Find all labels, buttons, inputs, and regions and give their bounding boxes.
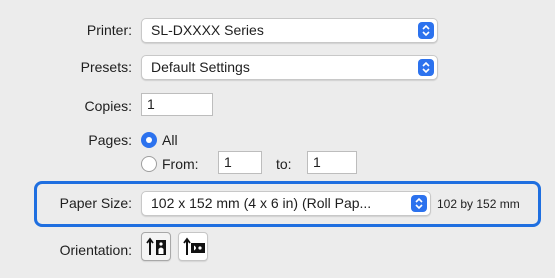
pages-all-radio[interactable] <box>141 132 157 148</box>
paper-size-label: Paper Size: <box>59 195 132 211</box>
copies-field[interactable]: 1 <box>141 93 213 116</box>
orientation-label: Orientation: <box>59 242 132 258</box>
pages-label: Pages: <box>88 132 132 148</box>
copies-label: Copies: <box>84 98 132 114</box>
printer-select[interactable]: SL-DXXXX Series <box>141 18 438 43</box>
copies-value: 1 <box>147 96 155 112</box>
pages-from-value: 1 <box>224 154 232 170</box>
pages-all-label: All <box>162 132 178 148</box>
chevron-updown-icon <box>418 59 434 76</box>
presets-select[interactable]: Default Settings <box>141 55 438 80</box>
pages-from-label: From: <box>162 156 199 172</box>
pages-range-radio[interactable] <box>141 156 157 172</box>
paper-size-select-value: 102 x 152 mm (4 x 6 in) (Roll Pap... <box>151 195 372 211</box>
chevron-updown-icon <box>418 22 434 39</box>
orientation-portrait-button[interactable] <box>141 232 171 261</box>
presets-label: Presets: <box>80 59 132 75</box>
pages-from-field[interactable]: 1 <box>218 151 262 174</box>
printer-label: Printer: <box>86 22 132 38</box>
portrait-icon <box>146 237 166 255</box>
pages-to-field[interactable]: 1 <box>307 151 357 174</box>
landscape-icon <box>183 237 205 255</box>
paper-size-select[interactable]: 102 x 152 mm (4 x 6 in) (Roll Pap... <box>141 191 431 216</box>
printer-select-value: SL-DXXXX Series <box>151 22 264 38</box>
pages-to-value: 1 <box>313 154 321 170</box>
paper-size-dimensions: 102 by 152 mm <box>437 197 520 211</box>
orientation-landscape-button[interactable] <box>178 232 208 261</box>
pages-to-label: to: <box>276 156 292 172</box>
chevron-updown-icon <box>411 195 427 212</box>
presets-select-value: Default Settings <box>151 59 250 75</box>
